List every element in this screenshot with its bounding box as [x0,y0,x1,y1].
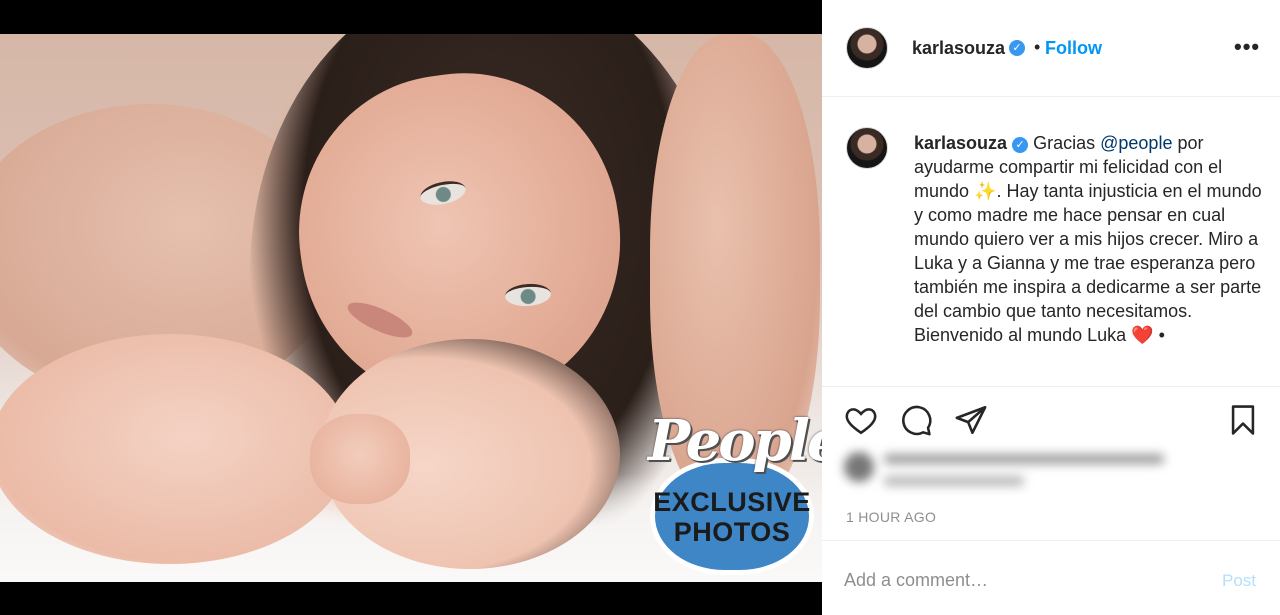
action-bar [822,387,1280,447]
post-media: EXCLUSIVE PHOTOS People [0,0,822,615]
people-exclusive-badge: EXCLUSIVE PHOTOS People [648,408,822,575]
comment-input[interactable] [844,565,1204,595]
blurred-liker-avatar [844,452,874,482]
photo-baby-body [0,334,350,564]
blurred-likes-line [884,454,1164,464]
post-side-panel: karlasouza ✓ • Follow ••• karlasouza ✓ G… [822,0,1280,615]
blurred-likes-line-2 [884,476,1024,486]
bookmark-icon[interactable] [1226,403,1260,437]
caption-username[interactable]: karlasouza [914,133,1007,153]
people-logo: People [648,408,822,474]
caption-avatar[interactable] [846,127,888,169]
heart-icon[interactable] [844,403,878,437]
verified-icon: ✓ [1009,40,1025,56]
post-header: karlasouza ✓ • Follow ••• [822,0,1280,97]
caption-text: karlasouza ✓ Gracias @people por ayudarm… [914,131,1264,347]
caption-part-2: por ayudarme compartir mi felicidad con … [914,133,1262,345]
badge-line-1: EXCLUSIVE [653,486,811,517]
comment-icon[interactable] [899,403,933,437]
post-timestamp[interactable]: 1 HOUR AGO [846,509,936,525]
photo-baby-fist [310,414,410,504]
share-icon[interactable] [954,403,988,437]
separator-dot: • [1034,37,1041,57]
header-username[interactable]: karlasouza [912,38,1005,59]
blurred-likes [844,450,1164,498]
caption-verified-icon: ✓ [1012,137,1029,153]
caption-part-1: Gracias [1033,133,1101,153]
post-comment-button[interactable]: Post [1222,571,1256,591]
badge-line-2: PHOTOS [673,516,791,547]
heart-emoji: ❤️ [1131,325,1154,345]
caption-end: • [1153,325,1165,345]
badge-circle: EXCLUSIVE PHOTOS [650,458,814,575]
avatar[interactable] [846,27,888,69]
follow-button[interactable]: Follow [1045,38,1102,59]
caption-mention[interactable]: @people [1100,133,1172,153]
comment-bar: Post [822,540,1280,615]
more-options-icon[interactable]: ••• [1234,34,1260,60]
post-modal: EXCLUSIVE PHOTOS People karlasouza ✓ • F… [0,0,1280,615]
caption-area: karlasouza ✓ Gracias @people por ayudarm… [822,97,1280,387]
